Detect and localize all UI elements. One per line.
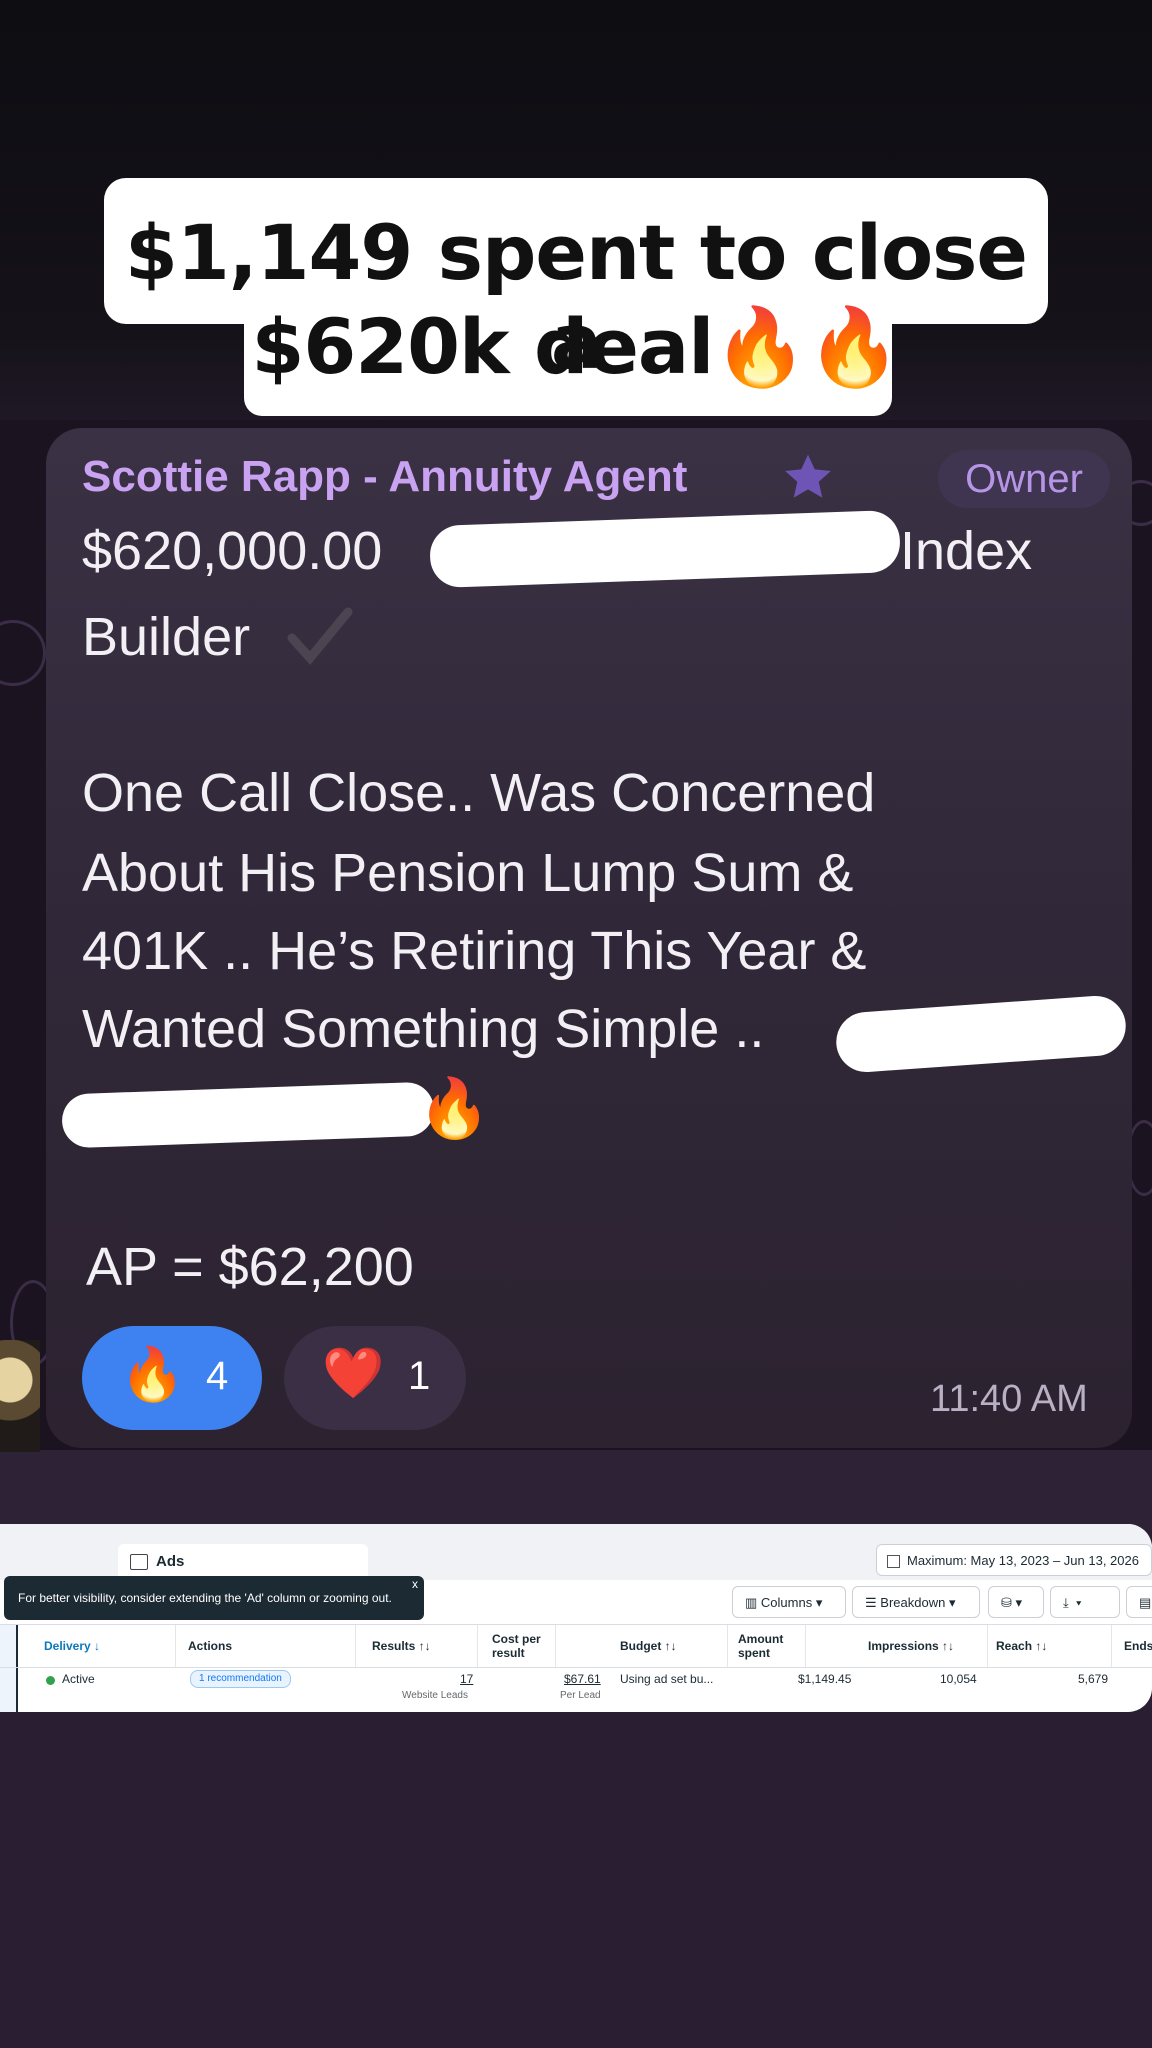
ap-line: AP = $62,200 — [86, 1237, 414, 1297]
message-body-line: One Call Close.. Was Concerned — [82, 763, 876, 823]
column-header-results[interactable]: Results ↑↓ — [364, 1625, 478, 1667]
export-button[interactable]: ⤓ ▾ — [1050, 1586, 1120, 1618]
budget-value: Using ad set bu... — [620, 1672, 714, 1686]
delivery-status: Active — [62, 1672, 95, 1686]
star-icon — [785, 454, 831, 498]
chart-icon: ▤ — [1139, 1595, 1152, 1610]
table-header: Delivery ↓ Actions Results ↑↓ Cost per r… — [0, 1624, 1152, 1668]
visibility-tooltip: For better visibility, consider extendin… — [4, 1576, 424, 1620]
column-header-cost-per-result[interactable]: Cost per result — [484, 1625, 556, 1667]
tab-ads-label: Ads — [156, 1553, 185, 1570]
reports-icon: ⛁ — [1001, 1595, 1012, 1610]
column-header-delivery[interactable]: Delivery ↓ — [36, 1625, 176, 1667]
column-header-budget[interactable]: Budget ↑↓ — [612, 1625, 728, 1667]
recommendation-badge[interactable]: 1 recommendation — [190, 1670, 291, 1688]
ads-icon — [130, 1554, 148, 1570]
caption-line-2: $620k deal🔥🔥 — [251, 302, 901, 391]
breakdown-icon: ☰ — [865, 1595, 881, 1610]
owner-badge: Owner — [938, 450, 1110, 508]
amount-spent-value: $1,149.45 — [798, 1672, 852, 1686]
check-icon — [287, 607, 353, 665]
ads-manager-panel: Ads Maximum: May 13, 2023 – Jun 13, 2026… — [0, 1524, 1152, 1712]
date-range-label: Maximum: May 13, 2023 – Jun 13, 2026 — [907, 1553, 1139, 1568]
table-row[interactable]: Active 1 recommendation 17 Website Leads… — [0, 1666, 1152, 1712]
tab-ads[interactable]: Ads — [118, 1544, 368, 1580]
divider-band — [0, 1450, 1152, 1530]
reach-value: 5,679 — [1078, 1672, 1109, 1686]
breakdown-button[interactable]: ☰ Breakdown ▾ — [852, 1586, 980, 1618]
message-body-line: 401K .. He’s Retiring This Year & — [82, 921, 867, 981]
column-header-ends[interactable]: Ends — [1116, 1625, 1152, 1667]
status-dot — [46, 1676, 55, 1685]
chart-button[interactable]: ▤ — [1126, 1586, 1152, 1618]
results-label: Website Leads — [402, 1690, 468, 1701]
columns-button[interactable]: ▥ Columns ▾ — [732, 1586, 846, 1618]
columns-label: Columns — [760, 1595, 813, 1610]
cost-per-result-label: Per Lead — [560, 1690, 601, 1701]
impressions-value: 10,054 — [940, 1672, 977, 1686]
message-line: Builder — [82, 607, 251, 667]
tooltip-close-icon[interactable]: x — [412, 1562, 418, 1606]
message-line: $620,000.00 — [82, 521, 383, 581]
sender-avatar[interactable] — [0, 1340, 40, 1452]
fire-emoji: 🔥 — [120, 1345, 185, 1405]
reaction-count: 1 — [408, 1354, 431, 1398]
tooltip-text: For better visibility, consider extendin… — [18, 1591, 392, 1605]
breakdown-label: Breakdown — [880, 1595, 946, 1610]
column-header-actions[interactable]: Actions — [180, 1625, 356, 1667]
column-header-impressions[interactable]: Impressions ↑↓ — [860, 1625, 988, 1667]
column-header-amount-spent[interactable]: Amount spent — [730, 1625, 806, 1667]
download-icon: ⤓ — [1063, 1595, 1069, 1610]
cost-per-result-value[interactable]: $67.61 — [564, 1672, 601, 1686]
column-header-reach[interactable]: Reach ↑↓ — [988, 1625, 1112, 1667]
heart-emoji: ❤️ — [322, 1344, 385, 1402]
sender-name[interactable]: Scottie Rapp - Annuity Agent — [82, 452, 687, 502]
results-value[interactable]: 17 — [460, 1672, 473, 1686]
message-line: Index — [900, 521, 1033, 581]
reaction-count: 4 — [206, 1354, 229, 1398]
calendar-icon — [887, 1555, 900, 1568]
fire-emoji: 🔥 — [418, 1074, 491, 1142]
message-body-line: Wanted Something Simple .. — [82, 999, 765, 1059]
columns-icon: ▥ — [745, 1595, 761, 1610]
reports-button[interactable]: ⛁ ▾ — [988, 1586, 1044, 1618]
message-body-line: About His Pension Lump Sum & — [82, 843, 854, 903]
date-range-picker[interactable]: Maximum: May 13, 2023 – Jun 13, 2026 — [876, 1544, 1152, 1576]
message-time: 11:40 AM — [930, 1378, 1088, 1420]
